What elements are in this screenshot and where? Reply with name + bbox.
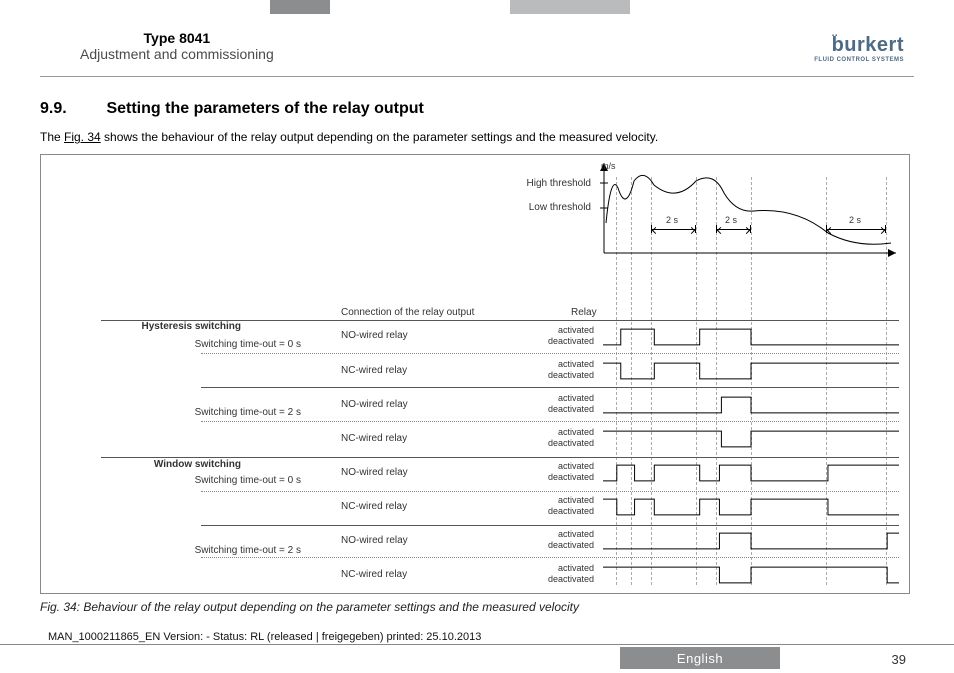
figure-caption: Fig. 34: Behaviour of the relay output d… <box>40 600 914 614</box>
row4-states: activateddeactivated <box>548 427 594 449</box>
row2-relay-type: NC-wired relay <box>341 365 407 376</box>
row6-wave <box>603 495 899 519</box>
row5-wave <box>603 461 899 485</box>
doc-type: Type 8041 <box>80 30 274 46</box>
label-timeout0-a: Switching time-out = 0 s <box>71 339 301 350</box>
doc-subtitle: Adjustment and commissioning <box>80 46 274 62</box>
top-tab-strip <box>0 0 954 14</box>
section-title: Setting the parameters of the relay outp… <box>106 100 423 117</box>
row8-states: activateddeactivated <box>548 563 594 585</box>
section-number: 9.9. <box>40 100 102 118</box>
row2-wave <box>603 359 899 383</box>
label-timeout2-a: Switching time-out = 2 s <box>71 407 301 418</box>
span-2s-1: 2 s <box>666 215 678 225</box>
label-timeout0-b: Switching time-out = 0 s <box>71 475 301 486</box>
row6-states: activateddeactivated <box>548 495 594 517</box>
brand-logo: b..urkert FLUID CONTROL SYSTEMS <box>814 34 904 63</box>
row1-wave <box>603 325 899 349</box>
col-relay-label: Relay <box>571 307 597 318</box>
row4-wave <box>603 427 899 451</box>
row2-states: activateddeactivated <box>548 359 594 381</box>
relay-diagram: m/s High threshold Low threshold 2 s 2 s… <box>40 154 910 594</box>
fig-ref-link[interactable]: Fig. 34 <box>64 130 101 144</box>
footer-page-number: 39 <box>892 652 906 667</box>
footer-rule <box>0 644 954 645</box>
span-2s-2: 2 s <box>725 215 737 225</box>
row5-relay-type: NO-wired relay <box>341 467 408 478</box>
footer-status: MAN_1000211865_EN Version: - Status: RL … <box>48 631 481 643</box>
row1-relay-type: NO-wired relay <box>341 330 408 341</box>
brand-tagline: FLUID CONTROL SYSTEMS <box>814 57 904 63</box>
span-2s-3: 2 s <box>849 215 861 225</box>
row7-wave <box>603 529 899 553</box>
footer-language: English <box>620 647 780 669</box>
graph-unit: m/s <box>601 161 616 171</box>
page-content: 9.9. Setting the parameters of the relay… <box>40 100 914 614</box>
row7-relay-type: NO-wired relay <box>341 535 408 546</box>
section-heading: 9.9. Setting the parameters of the relay… <box>40 100 914 118</box>
row1-states: activateddeactivated <box>548 325 594 347</box>
section-lead: The Fig. 34 shows the behaviour of the r… <box>40 130 914 144</box>
row3-relay-type: NO-wired relay <box>341 399 408 410</box>
label-high-threshold: High threshold <box>527 178 591 189</box>
row4-relay-type: NC-wired relay <box>341 433 407 444</box>
col-connection-label: Connection of the relay output <box>341 307 474 318</box>
row6-relay-type: NC-wired relay <box>341 501 407 512</box>
label-timeout2-b: Switching time-out = 2 s <box>71 545 301 556</box>
row8-relay-type: NC-wired relay <box>341 569 407 580</box>
row8-wave <box>603 563 899 587</box>
page-footer: MAN_1000211865_EN Version: - Status: RL … <box>0 627 954 673</box>
page-header: Type 8041 Adjustment and commissioning b… <box>40 20 914 80</box>
label-hysteresis: Hysteresis switching <box>71 321 241 332</box>
row3-states: activateddeactivated <box>548 393 594 415</box>
row3-wave <box>603 393 899 417</box>
row7-states: activateddeactivated <box>548 529 594 551</box>
row5-states: activateddeactivated <box>548 461 594 483</box>
header-rule <box>40 76 914 77</box>
top-tab-light <box>510 0 630 14</box>
label-low-threshold: Low threshold <box>529 202 591 213</box>
label-window: Window switching <box>71 459 241 470</box>
top-tab-dark <box>270 0 330 14</box>
